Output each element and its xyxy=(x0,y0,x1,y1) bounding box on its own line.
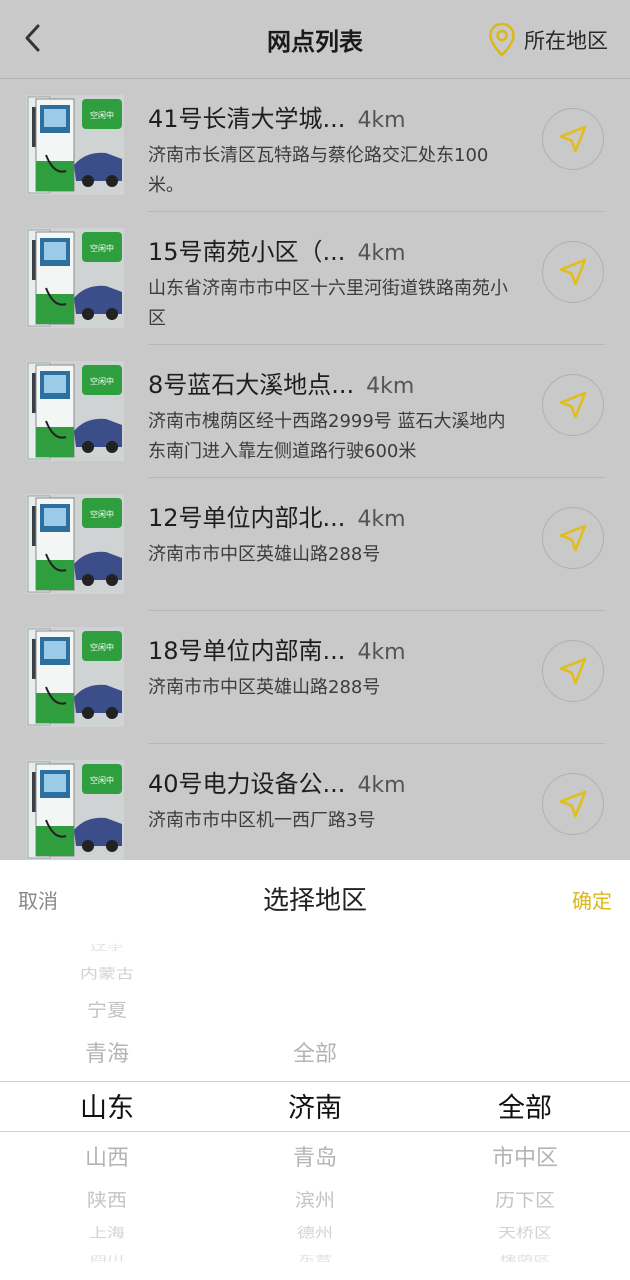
station-distance: 4km xyxy=(357,241,406,266)
picker-option[interactable]: 市中区 xyxy=(420,1140,630,1172)
picker-option-selected[interactable]: 山东 xyxy=(2,1086,212,1125)
station-name-row: 8号蓝石大溪地点... 4km xyxy=(148,365,528,400)
charger-thumbnail: 空闲中 xyxy=(26,494,124,594)
picker-option[interactable]: 山西 xyxy=(2,1140,212,1172)
station-address: 山东省济南市市中区十六里河街道铁路南苑小区 xyxy=(148,278,508,329)
picker-option[interactable]: 滨州 xyxy=(210,1185,420,1212)
charger-thumbnail: 空闲中 xyxy=(26,228,124,328)
station-item[interactable]: 空闲中 40号电力设备公... 4km 济南市市中区机一西厂路3号 xyxy=(0,744,630,860)
picker-option[interactable]: 德州 xyxy=(210,1222,420,1242)
navigate-button[interactable] xyxy=(542,241,604,303)
station-name-row: 40号电力设备公... 4km xyxy=(148,764,528,799)
station-name-row: 18号单位内部南... 4km xyxy=(148,631,528,666)
province-column[interactable]: 山东 青海 宁夏 内蒙古 辽宁山西陕西上海四川 xyxy=(2,860,212,1280)
navigation-arrow-icon xyxy=(559,790,587,818)
navigate-button[interactable] xyxy=(542,773,604,835)
station-name: 15号南苑小区（... xyxy=(148,238,346,266)
picker-option[interactable]: 东营 xyxy=(210,1252,420,1263)
station-distance: 4km xyxy=(357,507,406,532)
region-label: 所在地区 xyxy=(524,29,608,53)
picker-option[interactable]: 青岛 xyxy=(210,1140,420,1172)
charger-thumbnail: 空闲中 xyxy=(26,95,124,195)
station-name: 18号单位内部南... xyxy=(148,637,346,665)
region-picker: 取消 选择地区 确定 山东 青海 宁夏 内蒙古 辽宁 山西 陕西 上海 四川 济南 全部 青岛 滨州德… xyxy=(0,860,630,1280)
station-item[interactable]: 空闲中 8号蓝石大溪地点... 4km 济南市槐荫区经十西路2999号 蓝石大溪地… xyxy=(0,345,630,478)
station-distance: 4km xyxy=(357,108,406,133)
station-name-row: 41号长清大学城... 4km xyxy=(148,99,528,134)
navigation-arrow-icon xyxy=(559,657,587,685)
picker-option[interactable]: 历下区 xyxy=(420,1185,630,1212)
station-address: 济南市槐荫区经十西路2999号 蓝石大溪地内 东南门进入靠左侧道路行驶600米 xyxy=(148,411,506,462)
station-name: 40号电力设备公... xyxy=(148,770,346,798)
charger-status-text: 空闲中 xyxy=(90,243,114,253)
station-address: 济南市市中区英雄山路288号 xyxy=(148,544,381,565)
charger-thumbnail: 空闲中 xyxy=(26,760,124,860)
picker-option[interactable]: 上海 xyxy=(2,1222,212,1242)
station-name: 12号单位内部北... xyxy=(148,504,346,532)
picker-option-selected[interactable]: 全部 xyxy=(420,1086,630,1125)
navigate-button[interactable] xyxy=(542,640,604,702)
picker-option[interactable]: 四川 xyxy=(2,1252,212,1263)
picker-option[interactable]: 全部 xyxy=(210,1036,420,1068)
charger-status-text: 空闲中 xyxy=(90,376,114,386)
app-header: 网点列表 所在地区 xyxy=(0,0,630,79)
navigation-arrow-icon xyxy=(559,524,587,552)
station-name-row: 12号单位内部北... 4km xyxy=(148,498,528,533)
station-distance: 4km xyxy=(357,640,406,665)
station-address: 济南市市中区英雄山路288号 xyxy=(148,677,381,698)
charger-thumbnail: 空闲中 xyxy=(26,627,124,727)
station-address: 济南市市中区机一西厂路3号 xyxy=(148,810,376,831)
picker-option[interactable]: 内蒙古 xyxy=(2,963,212,983)
navigation-arrow-icon xyxy=(559,125,587,153)
district-column[interactable]: 全部市中区历下区天桥区槐荫区 xyxy=(420,860,630,1280)
charger-status-text: 空闲中 xyxy=(90,110,114,120)
charger-status-text: 空闲中 xyxy=(90,642,114,652)
picker-option[interactable]: 陕西 xyxy=(2,1185,212,1212)
station-item[interactable]: 空闲中 18号单位内部南... 4km 济南市市中区英雄山路288号 xyxy=(0,611,630,744)
station-address: 济南市长清区瓦特路与蔡伦路交汇处东100米。 xyxy=(148,145,489,196)
charger-status-text: 空闲中 xyxy=(90,775,114,785)
picker-option[interactable]: 天桥区 xyxy=(420,1222,630,1242)
picker-option-selected[interactable]: 济南 xyxy=(210,1086,420,1125)
station-name-row: 15号南苑小区（... 4km xyxy=(148,232,528,267)
station-distance: 4km xyxy=(357,773,406,798)
station-name: 8号蓝石大溪地点... xyxy=(148,371,355,399)
navigation-arrow-icon xyxy=(559,391,587,419)
region-button[interactable]: 所在地区 xyxy=(488,20,608,60)
city-column[interactable]: 济南 全部青岛滨州德州东营 xyxy=(210,860,420,1280)
station-item[interactable]: 空闲中 41号长清大学城... 4km 济南市长清区瓦特路与蔡伦路交汇处东100米… xyxy=(0,79,630,212)
station-name: 41号长清大学城... xyxy=(148,105,346,133)
station-list[interactable]: 空闲中 41号长清大学城... 4km 济南市长清区瓦特路与蔡伦路交汇处东100米… xyxy=(0,79,630,860)
location-pin-icon xyxy=(489,22,515,57)
picker-option[interactable]: 宁夏 xyxy=(2,995,212,1022)
station-item[interactable]: 空闲中 15号南苑小区（... 4km 山东省济南市市中区十六里河街道铁路南苑小区 xyxy=(0,212,630,345)
navigate-button[interactable] xyxy=(542,507,604,569)
station-distance: 4km xyxy=(366,374,415,399)
charger-status-text: 空闲中 xyxy=(90,509,114,519)
navigation-arrow-icon xyxy=(559,258,587,286)
navigate-button[interactable] xyxy=(542,108,604,170)
picker-option[interactable]: 青海 xyxy=(2,1036,212,1068)
station-item[interactable]: 空闲中 12号单位内部北... 4km 济南市市中区英雄山路288号 xyxy=(0,478,630,611)
picker-option[interactable]: 槐荫区 xyxy=(420,1252,630,1263)
charger-thumbnail: 空闲中 xyxy=(26,361,124,461)
picker-option[interactable]: 辽宁 xyxy=(2,941,212,952)
navigate-button[interactable] xyxy=(542,374,604,436)
